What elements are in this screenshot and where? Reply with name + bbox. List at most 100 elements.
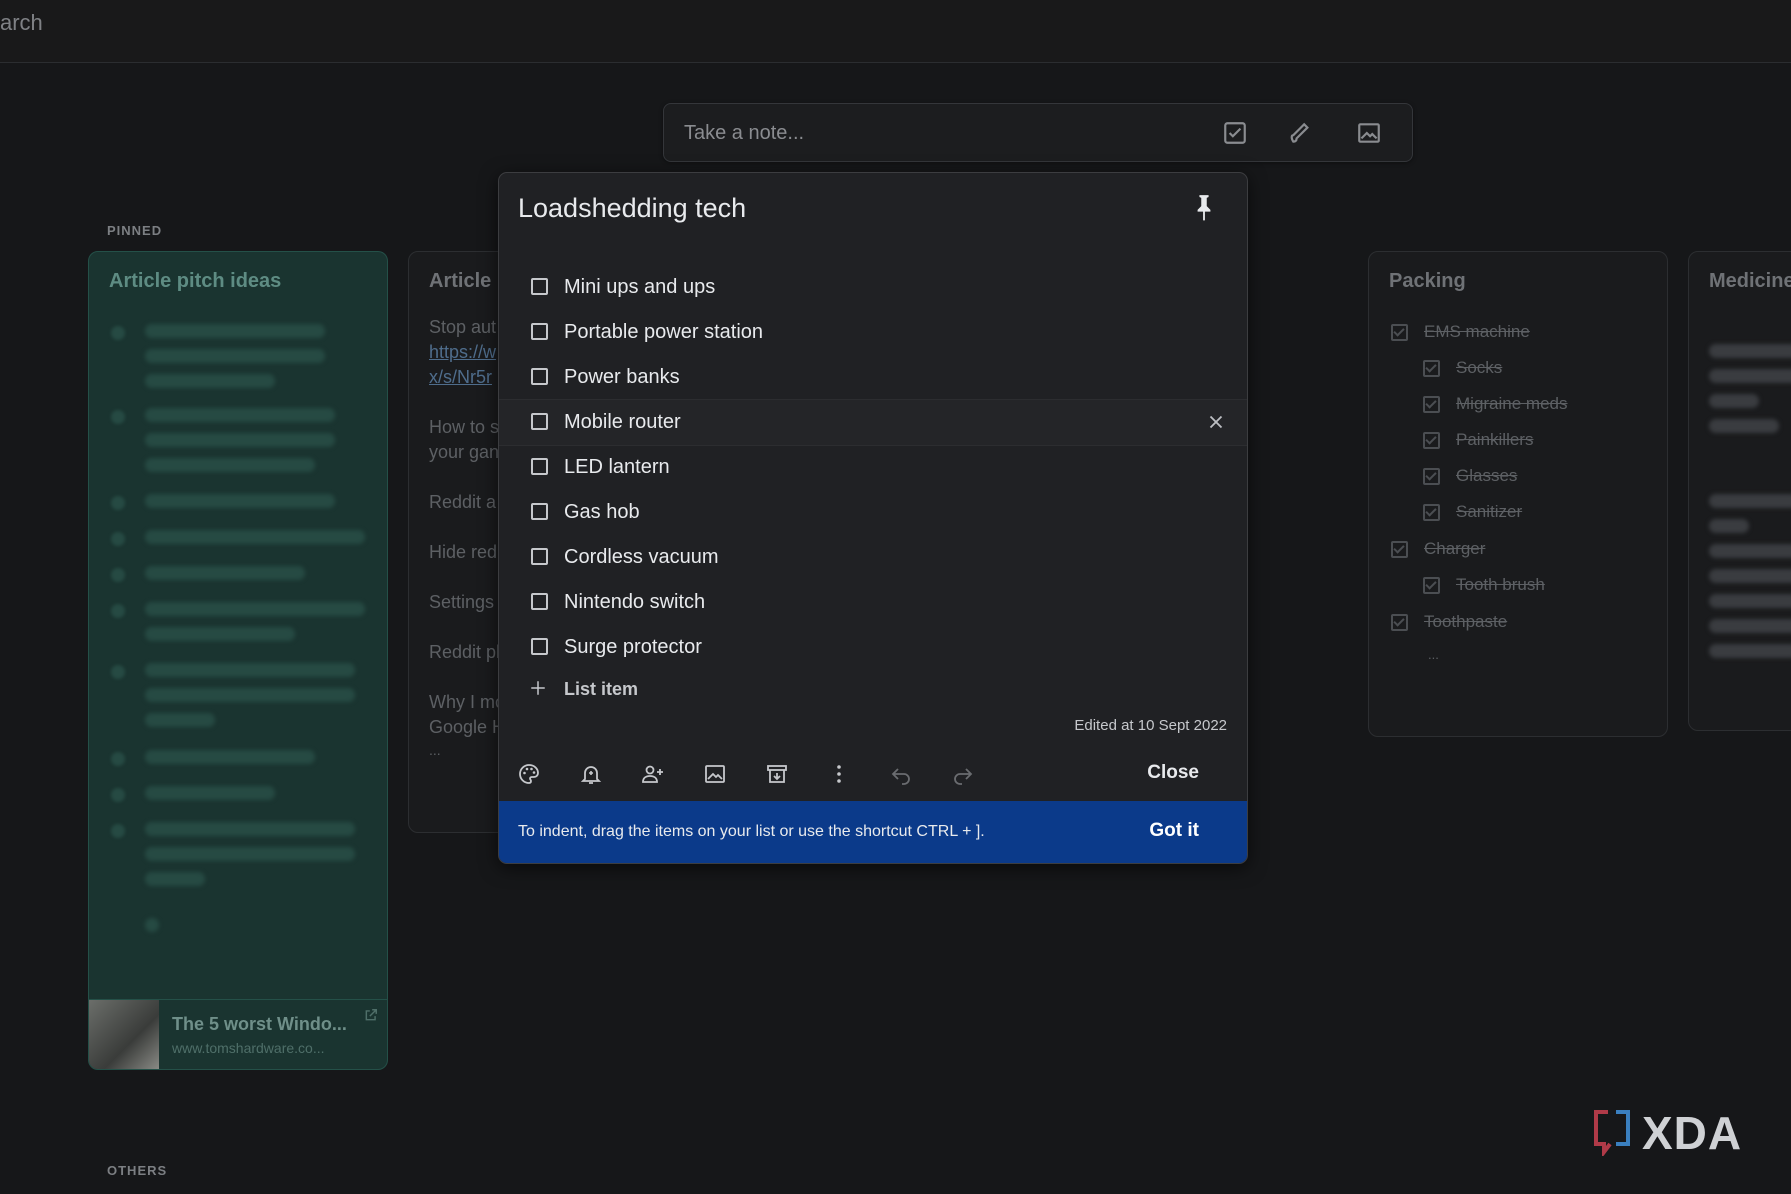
take-note-placeholder[interactable]: Take a note... (684, 122, 804, 145)
item-checkbox[interactable] (531, 458, 548, 475)
checked-checkbox[interactable] (1423, 360, 1440, 377)
undo-icon[interactable] (889, 762, 913, 786)
note-card-packing[interactable]: Packing EMS machine Socks Migraine meds … (1368, 251, 1668, 737)
close-button[interactable]: Close (1147, 762, 1199, 784)
packing-item: Painkillers (1456, 430, 1534, 449)
more-options-icon[interactable] (827, 762, 851, 786)
open-link-icon[interactable] (364, 1008, 378, 1022)
packing-item: Glasses (1456, 466, 1518, 485)
note-text: ... (429, 742, 441, 758)
packing-item: Sanitizer (1456, 502, 1523, 521)
item-checkbox[interactable] (531, 503, 548, 520)
item-label[interactable]: Gas hob (564, 501, 640, 524)
note-link[interactable]: https://w (429, 342, 496, 363)
new-image-icon[interactable] (1356, 120, 1382, 146)
list-item[interactable]: Gas hob (499, 490, 1247, 535)
add-list-item-label: List item (564, 679, 639, 699)
others-label: OTHERS (107, 1163, 168, 1178)
note-text: Hide red (429, 542, 498, 562)
packing-item: Charger (1424, 539, 1486, 558)
note-text: Settings (429, 592, 495, 612)
new-drawing-icon[interactable] (1289, 120, 1315, 146)
note-card-medicine[interactable]: Medicine (1688, 251, 1791, 731)
list-item[interactable]: Mobile router (499, 399, 1247, 446)
item-label[interactable]: Cordless vacuum (564, 546, 719, 569)
checked-checkbox[interactable] (1423, 468, 1440, 485)
note-text: Reddit pl (429, 642, 501, 662)
note-text: How to s (429, 417, 500, 437)
packing-item: Migraine meds (1456, 394, 1568, 413)
redo-icon[interactable] (951, 762, 975, 786)
note-text: Reddit a (429, 492, 497, 512)
checked-checkbox[interactable] (1391, 541, 1408, 558)
item-label[interactable]: LED lantern (564, 456, 670, 479)
packing-item: Tooth brush (1456, 575, 1545, 594)
list-item[interactable]: Power banks (499, 355, 1247, 400)
item-label[interactable]: Nintendo switch (564, 591, 705, 614)
checked-checkbox[interactable] (1391, 614, 1408, 631)
item-checkbox[interactable] (531, 323, 548, 340)
reminder-bell-icon[interactable] (579, 762, 603, 786)
item-checkbox[interactable] (531, 548, 548, 565)
add-image-icon[interactable] (703, 762, 727, 786)
got-it-button[interactable]: Got it (1149, 820, 1199, 842)
link-title: The 5 worst Windo... (172, 1014, 347, 1034)
item-label[interactable]: Portable power station (564, 321, 763, 344)
note-toolbar: Close (499, 749, 1247, 801)
item-checkbox[interactable] (531, 593, 548, 610)
item-label[interactable]: Mini ups and ups (564, 276, 715, 299)
item-checkbox[interactable] (531, 368, 548, 385)
link-domain: www.tomshardware.co... (172, 1040, 325, 1056)
note-link[interactable]: x/s/Nr5r (429, 367, 492, 388)
pin-icon[interactable] (1193, 193, 1215, 223)
checked-checkbox[interactable] (1423, 432, 1440, 449)
new-list-icon[interactable] (1222, 120, 1248, 146)
xda-watermark: XDA (1590, 1106, 1760, 1159)
item-checkbox[interactable] (531, 638, 548, 655)
tip-text: To indent, drag the items on your list o… (518, 823, 985, 840)
plus-icon (531, 681, 545, 695)
link-thumbnail (89, 1000, 159, 1069)
note-card-title: Medicine (1709, 270, 1791, 292)
add-list-item[interactable]: List item (499, 670, 1247, 710)
list-item[interactable]: LED lantern (499, 445, 1247, 490)
xda-text: XDA (1642, 1107, 1743, 1159)
checked-checkbox[interactable] (1423, 504, 1440, 521)
indent-tip-banner: To indent, drag the items on your list o… (499, 801, 1247, 863)
take-note-bar[interactable]: Take a note... (663, 103, 1413, 162)
item-checkbox[interactable] (531, 413, 548, 430)
list-item[interactable]: Cordless vacuum (499, 535, 1247, 580)
item-label[interactable]: Mobile router (564, 411, 681, 434)
item-label[interactable]: Power banks (564, 366, 680, 389)
note-text: Why I mo (429, 692, 506, 712)
checked-checkbox[interactable] (1391, 324, 1408, 341)
note-card-title: Article (429, 270, 492, 292)
link-preview[interactable]: The 5 worst Windo... www.tomshardware.co… (89, 999, 387, 1069)
item-checkbox[interactable] (531, 278, 548, 295)
archive-icon[interactable] (765, 762, 789, 786)
edited-timestamp: Edited at 10 Sept 2022 (1074, 717, 1227, 734)
collaborator-icon[interactable] (641, 762, 665, 786)
item-label[interactable]: Surge protector (564, 636, 702, 659)
note-editor-dialog: Loadshedding tech Mini ups and ups Porta… (498, 172, 1248, 864)
checked-checkbox[interactable] (1423, 396, 1440, 413)
note-text: your gan (429, 442, 500, 462)
checked-checkbox[interactable] (1423, 577, 1440, 594)
packing-item: Socks (1456, 358, 1503, 377)
note-text: Stop aut (429, 317, 497, 337)
list-item[interactable]: Portable power station (499, 310, 1247, 355)
packing-item: EMS machine (1424, 322, 1530, 341)
list-item[interactable]: Surge protector (499, 625, 1247, 670)
packing-item: Toothpaste (1424, 612, 1508, 631)
note-title[interactable]: Loadshedding tech (518, 193, 746, 224)
xda-logo-icon (1594, 1110, 1630, 1156)
delete-item-icon[interactable] (1205, 411, 1227, 433)
list-item[interactable]: Nintendo switch (499, 580, 1247, 625)
note-card-article-pitch[interactable]: Article pitch ideas The 5 worst Windo...… (88, 251, 388, 1070)
note-text: Google H (429, 717, 506, 737)
palette-icon[interactable] (517, 762, 541, 786)
list-item[interactable]: Mini ups and ups (499, 265, 1247, 310)
search-input-fragment[interactable]: arch (0, 10, 43, 36)
pinned-label: PINNED (107, 223, 163, 238)
note-card-title: Packing (1389, 270, 1466, 292)
